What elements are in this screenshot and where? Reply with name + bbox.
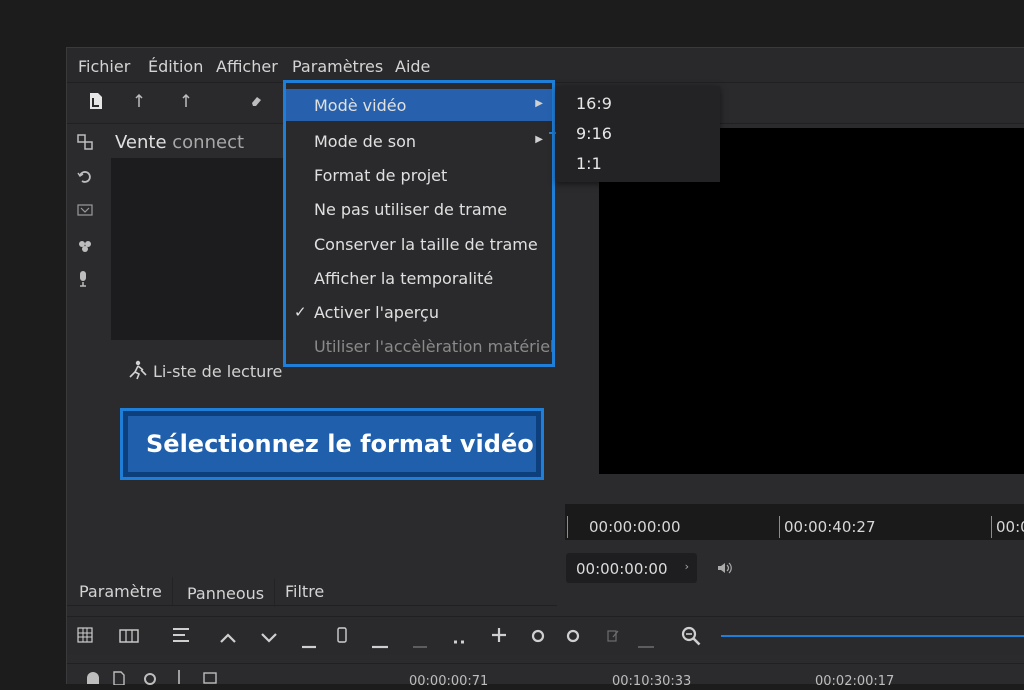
submenu-arrow-icon: ▶ [535,98,543,109]
new-file-icon[interactable] [88,92,104,114]
callout-text: Sélectionnez le format vidéo ici [128,416,536,472]
phone-icon[interactable] [337,627,347,647]
chevron-down-icon[interactable] [260,629,278,648]
menu-item-video-mode[interactable]: Modè vidéo ▶ [286,89,552,121]
timeline-tracks: 00:00:00:71 00:10:30:33 00:02:00:17 [67,663,1024,689]
minus-icon[interactable] [371,634,389,653]
playlist-label[interactable]: Li-ste de lecture [127,360,282,384]
track-ring-icon[interactable] [143,672,157,690]
menu-item-label: Conserver la taille de trame [314,235,538,254]
panel-tabs: Paramètre Panneous Filtre [67,571,557,607]
tab-parametre[interactable]: Paramètre [69,577,173,605]
ruler-timecode: 00:00:00:00 [589,518,681,536]
timeline-timecode: 00:02:00:17 [815,674,895,689]
submenu-item-1-1[interactable]: 1:1 [576,154,602,173]
video-mode-submenu: 16:9 9:16 1:1 [556,86,720,182]
microphone-icon[interactable] [77,270,89,292]
menu-item-keep-frame-size[interactable]: Conserver la taille de trame [286,228,552,260]
menu-item-label: Utiliser l'accèlèration matériellc [314,337,552,356]
menu-item-label: Modè vidéo [314,96,407,115]
clip-icon[interactable] [119,628,139,647]
timecode-spin-icon[interactable]: › [685,560,689,573]
ruler-timecode: 00:0 [996,518,1024,536]
menu-settings[interactable]: Paramètres [292,57,383,76]
grid-menu-icon[interactable] [77,627,93,647]
menu-item-audio-mode[interactable]: Mode de son ▶ [286,125,552,157]
menu-item-label: Format de projet [314,166,448,185]
minus-icon[interactable] [301,634,317,653]
panel-title-main: Vente [115,132,167,153]
left-panel-title: Vente connect [115,132,244,153]
menu-item-label: Mode de son [314,132,417,151]
submenu-item-16-9[interactable]: 16:9 [576,94,612,113]
menu-item-show-timing[interactable]: Afficher la temporalité [286,262,552,294]
zoom-slider[interactable] [721,635,1024,637]
submenu-arrow-icon: ▶ [535,134,543,145]
fold-icon[interactable] [77,204,93,220]
ruler-timecode: 00:00:40:27 [784,518,876,536]
tab-filtre[interactable]: Filtre [275,577,334,605]
menu-item-enable-preview[interactable]: ✓ Activer l'aperçu [286,296,552,328]
submenu-item-9-16[interactable]: 9:16 [576,124,612,143]
menu-edit[interactable]: Édition [148,57,203,76]
timeline-timecode: 00:00:00:71 [409,674,489,689]
minus-icon[interactable] [412,634,428,653]
instruction-callout: Sélectionnez le format vidéo ici [120,408,544,480]
ruler-tick [991,516,992,538]
plus-icon[interactable] [491,627,507,647]
menu-item-project-format[interactable]: Format de projet [286,159,552,191]
minus-icon[interactable] [637,634,655,653]
circle-icon[interactable] [566,628,580,647]
track-settings-icon[interactable] [203,671,219,689]
up-arrow-icon[interactable] [181,93,191,112]
preview-ruler[interactable]: 00:00:00:00 00:00:40:27 00:0 [565,504,1024,540]
menu-item-label: Ne pas utiliser de trame [314,200,508,219]
menu-lines-icon[interactable] [172,627,190,647]
timecode-value: 00:00:00:00 [576,560,668,578]
tab-panneous[interactable]: Panneous [177,579,276,607]
menu-item-no-frame[interactable]: Ne pas utiliser de trame [286,193,552,225]
check-icon: ✓ [294,303,307,321]
timeline-timecode: 00:10:30:33 [612,674,692,689]
undo-icon[interactable] [77,170,93,188]
menu-view[interactable]: Afficher [216,57,278,76]
menu-bar: Fichier Édition Afficher Paramètres Aide [67,48,1024,83]
up-arrow-icon[interactable] [134,93,144,112]
ruler-tick [779,516,780,538]
ruler-tick [567,516,568,538]
circle-icon[interactable] [531,628,545,647]
playlist-icon [127,360,149,384]
chevron-up-icon[interactable] [219,629,237,648]
volume-icon[interactable] [717,562,733,578]
playlist-label-text: Li-ste de lecture [153,362,283,381]
layout-icon[interactable] [77,134,93,154]
track-pin-icon[interactable] [175,669,183,689]
track-file-icon[interactable] [113,671,125,689]
menu-item-label: Afficher la temporalité [314,269,494,288]
panel-title-suffix: connect [172,132,245,153]
menu-help[interactable]: Aide [395,57,430,76]
settings-dropdown-menu: Modè vidéo ▶ Mode de son ▶ Format de pro… [283,80,555,367]
menu-item-label: Activer l'aperçu [314,303,439,322]
eraser-icon[interactable] [249,94,263,112]
track-lock-icon[interactable] [85,672,101,688]
split-icon[interactable] [453,631,465,650]
filters-icon[interactable] [77,238,93,258]
edit-icon[interactable] [607,628,619,647]
left-side-icons [67,124,105,304]
timecode-field[interactable]: 00:00:00:00 › [566,553,697,583]
menu-item-hardware-acceleration: Utiliser l'accèlèration matériellc [286,330,552,362]
menu-file[interactable]: Fichier [78,57,130,76]
source-preview [111,158,291,340]
zoom-icon[interactable] [681,626,701,650]
